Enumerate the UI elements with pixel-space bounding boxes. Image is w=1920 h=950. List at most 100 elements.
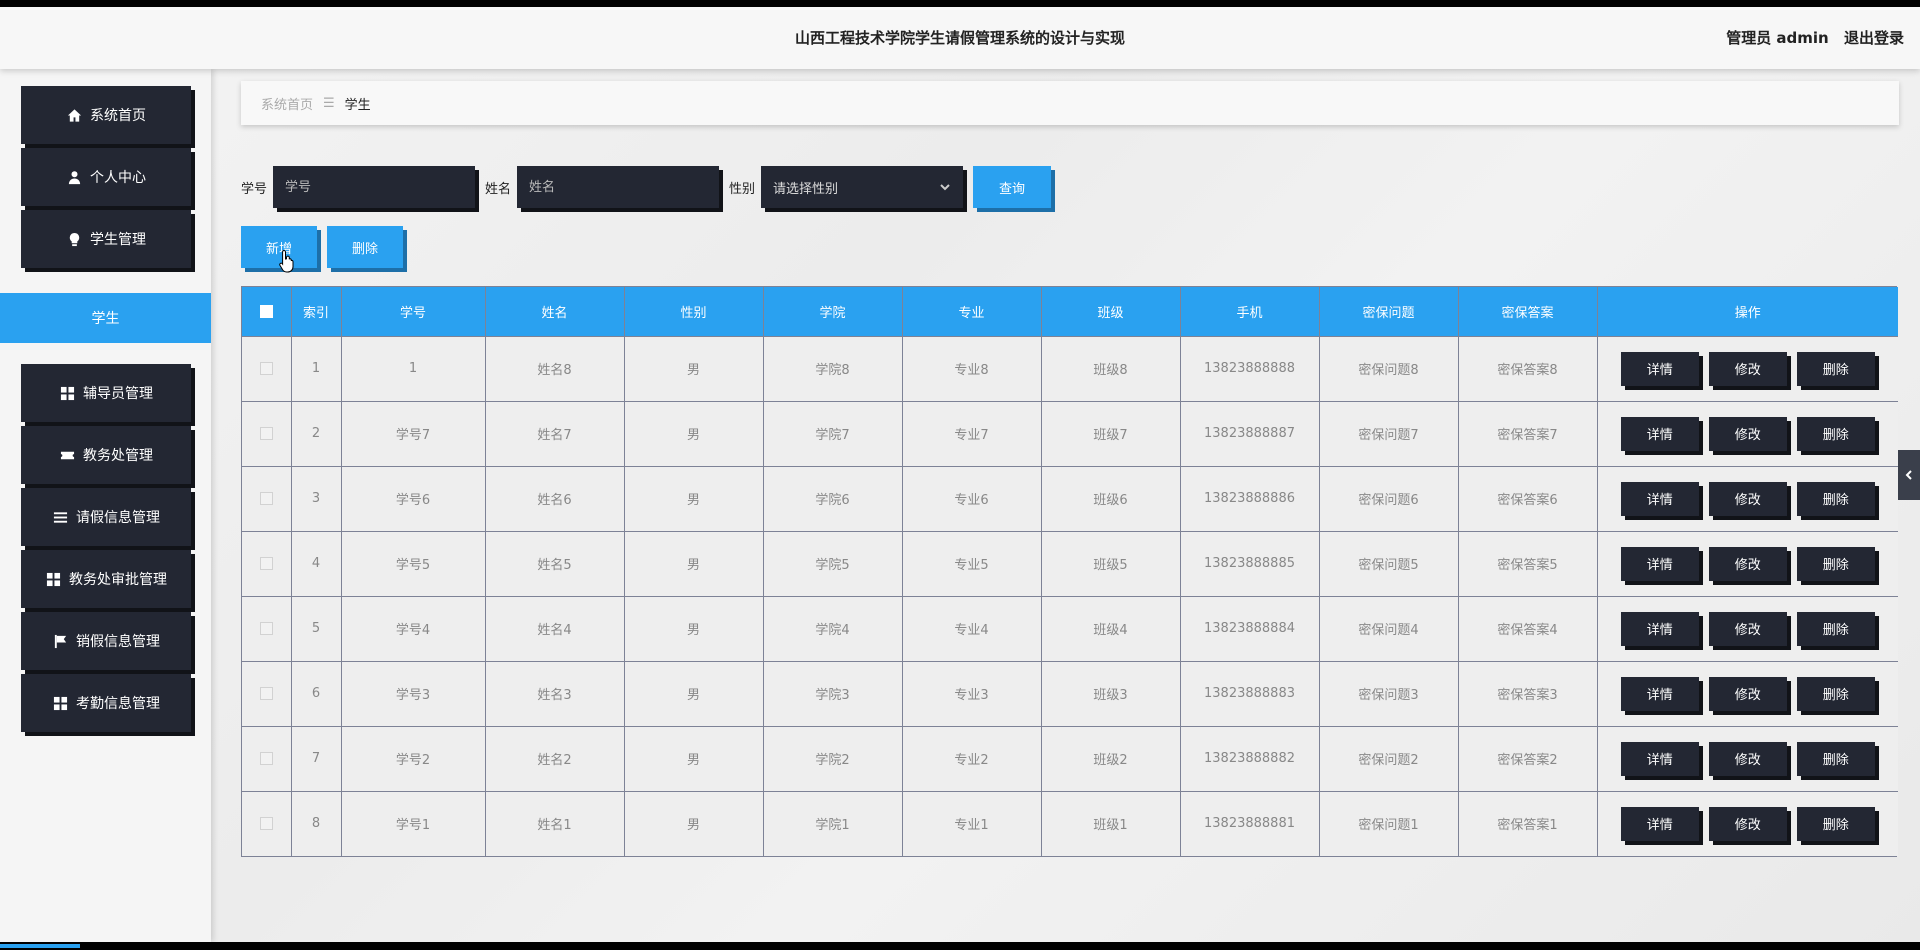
row-checkbox[interactable] [259,817,273,831]
xingbie-select[interactable]: 请选择性别 [761,166,964,208]
sidebar-item-academic-office[interactable]: 教务处管理 [21,426,191,484]
table-cell: 13823888881 [1180,790,1320,856]
table-cell: 男 [624,660,764,726]
grid-icon [52,695,68,711]
table-cell: 1 [291,335,342,401]
edit-button[interactable]: 修改 [1708,806,1787,841]
sidebar-item-leave-cancel[interactable]: 销假信息管理 [21,612,191,670]
table-cell: 7 [291,725,342,791]
row-actions: 详情 修改 删除 [1597,660,1898,726]
detail-button[interactable]: 详情 [1620,806,1699,841]
table-cell: 学号5 [341,530,486,596]
column-header: 学院 [763,287,903,336]
detail-button[interactable]: 详情 [1620,676,1699,711]
row-checkbox[interactable] [259,752,273,765]
query-button[interactable]: 查询 [973,166,1052,208]
home-icon [66,107,82,123]
sidebar-item-student-manage[interactable]: 学生管理 [21,210,191,268]
search-form: 学号 姓名 性别 请选择性别 查询 [241,165,1052,209]
table-cell: 男 [624,465,764,531]
sidebar-item-office-approval[interactable]: 教务处审批管理 [21,550,191,608]
sidebar-item-home[interactable]: 系统首页 [21,86,191,144]
edit-button[interactable]: 修改 [1708,481,1787,516]
row-checkbox[interactable] [259,362,273,375]
table-cell: 密保答案7 [1458,400,1598,466]
breadcrumb-home[interactable]: 系统首页 [261,94,313,113]
edit-button[interactable]: 修改 [1708,546,1787,581]
edit-button[interactable]: 修改 [1708,676,1787,711]
logout-link[interactable]: 退出登录 [1844,29,1904,47]
delete-button[interactable]: 删除 [1796,416,1875,451]
column-header: 班级 [1041,287,1181,336]
sidebar-subitem-student[interactable]: 学生 [0,293,211,343]
detail-button[interactable]: 详情 [1620,611,1699,646]
user-icon [66,169,82,185]
row-checkbox[interactable] [259,557,273,570]
collapse-panel-button[interactable] [1898,450,1920,500]
sidebar-item-profile[interactable]: 个人中心 [21,148,191,206]
hand-cursor-icon [279,249,294,273]
column-header: 手机 [1180,287,1320,336]
delete-button[interactable]: 删除 [1796,611,1875,646]
table-cell: 姓名1 [485,790,625,856]
table-cell: 密保问题7 [1319,400,1459,466]
row-checkbox[interactable] [259,687,273,700]
bulk-delete-button[interactable]: 删除 [327,226,403,268]
select-all-checkbox[interactable] [259,304,273,318]
detail-button[interactable]: 详情 [1620,481,1699,516]
table-cell: 3 [291,465,342,531]
row-checkbox[interactable] [259,492,273,505]
xuehao-input[interactable] [273,166,476,208]
table-cell: 姓名7 [485,400,625,466]
detail-button[interactable]: 详情 [1620,416,1699,451]
detail-button[interactable]: 详情 [1620,546,1699,581]
sidebar-item-leave-info[interactable]: 请假信息管理 [21,488,191,546]
edit-button[interactable]: 修改 [1708,741,1787,776]
delete-button[interactable]: 删除 [1796,741,1875,776]
sidebar-item-label: 教务处管理 [83,448,153,464]
delete-button[interactable]: 删除 [1796,676,1875,711]
table-row: 8 学号1 姓名1 男学院1 专业1 班级1 13823888881 密保问题1 密保答案1 详情… [242,790,1898,856]
table-cell: 专业5 [902,530,1042,596]
detail-button[interactable]: 详情 [1620,741,1699,776]
edit-button[interactable]: 修改 [1708,351,1787,386]
table-cell: 学号4 [341,595,486,661]
delete-button[interactable]: 删除 [1796,481,1875,516]
table-cell: 13823888888 [1180,335,1320,401]
sidebar-item-counselor-manage[interactable]: 辅导员管理 [21,364,191,422]
table-cell: 密保问题2 [1319,725,1459,791]
delete-button[interactable]: 删除 [1796,351,1875,386]
table-cell: 6 [291,660,342,726]
table-cell: 密保答案8 [1458,335,1598,401]
table-cell: 专业7 [902,400,1042,466]
chevron-down-icon [940,184,950,191]
edit-button[interactable]: 修改 [1708,416,1787,451]
top-bar: 山西工程技术学院学生请假管理系统的设计与实现 管理员 admin 退出登录 [0,7,1920,69]
edit-button[interactable]: 修改 [1708,611,1787,646]
table-row: 1 1 姓名8 男学院8 专业8 班级8 13823888888 密保问题8 密保答案8 详情 修改… [242,335,1898,401]
xingming-input[interactable] [517,166,720,208]
table-cell: 专业3 [902,660,1042,726]
row-checkbox[interactable] [259,427,273,440]
column-header: 索引 [291,287,342,336]
sidebar-item-attendance[interactable]: 考勤信息管理 [21,674,191,732]
sidebar-item-label: 教务处审批管理 [69,572,167,588]
detail-button[interactable]: 详情 [1620,351,1699,386]
list-icon [52,509,68,525]
column-header: 密保问题 [1319,287,1459,336]
row-actions: 详情 修改 删除 [1597,335,1898,401]
table-row: 6 学号3 姓名3 男学院3 专业3 班级3 13823888883 密保问题3 密保答案3 详情… [242,660,1898,726]
table-cell: 班级3 [1041,660,1181,726]
delete-button[interactable]: 删除 [1796,546,1875,581]
row-checkbox[interactable] [259,622,273,635]
table-body: 1 1 姓名8 男学院8 专业8 班级8 13823888888 密保问题8 密保答案8 详情 修改… [242,335,1898,856]
table-cell: 姓名2 [485,725,625,791]
table-row: 3 学号6 姓名6 男学院6 专业6 班级6 13823888886 密保问题6 密保答案6 详情… [242,465,1898,531]
current-user: 管理员 admin [1726,29,1829,47]
delete-button[interactable]: 删除 [1796,806,1875,841]
table-cell: 密保答案4 [1458,595,1598,661]
table-cell: 班级5 [1041,530,1181,596]
column-header: 性别 [624,287,764,336]
row-actions: 详情 修改 删除 [1597,725,1898,791]
table-cell: 13823888884 [1180,595,1320,661]
